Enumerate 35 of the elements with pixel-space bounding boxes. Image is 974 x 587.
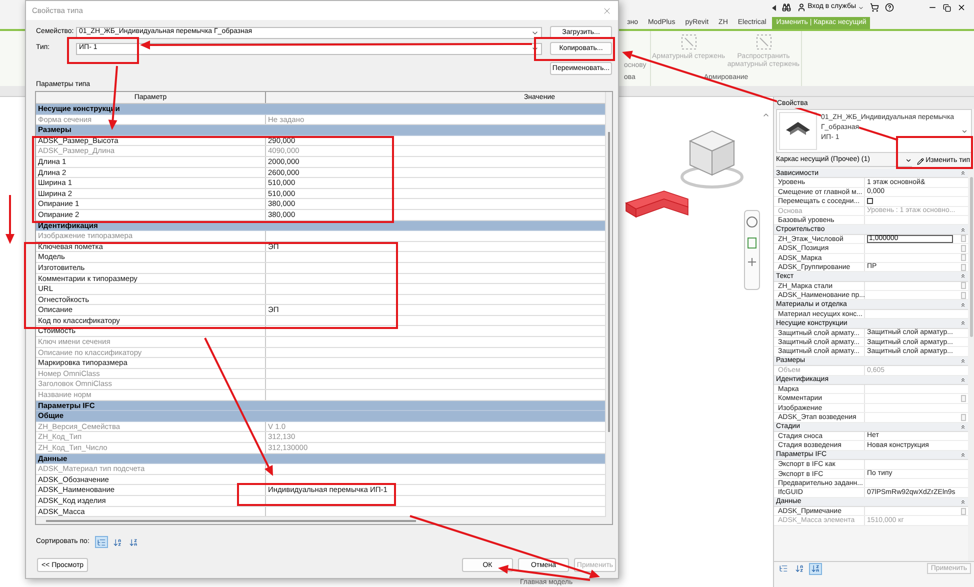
navigation-bar-drawing[interactable] <box>744 210 760 290</box>
collapse-icon <box>960 358 966 364</box>
horizontal-scrollbar[interactable] <box>36 517 612 524</box>
sort-toggle[interactable] <box>777 562 790 574</box>
sort-toggle[interactable] <box>793 562 806 574</box>
sort-icon <box>795 564 804 573</box>
edit-icon <box>916 158 924 164</box>
sort-icon <box>811 564 820 573</box>
checkbox[interactable] <box>867 198 873 204</box>
annotation-arrow <box>6 195 14 244</box>
collapse-icon <box>960 320 966 326</box>
sort-icon <box>113 538 122 546</box>
rebar-icon <box>680 34 696 50</box>
vertical-scrollbar[interactable] <box>968 169 974 561</box>
sort-icon <box>129 538 138 546</box>
sort-toggle[interactable] <box>809 562 822 574</box>
restore-icon[interactable] <box>943 4 951 12</box>
collapse-icon <box>960 170 966 176</box>
chevron-down-icon <box>904 157 912 164</box>
chevron-down-icon <box>858 4 864 10</box>
chevron-down-icon <box>961 128 968 135</box>
vertical-scrollbar[interactable] <box>605 92 612 517</box>
rebar-icon <box>756 34 772 50</box>
help-icon[interactable] <box>885 3 894 12</box>
sort-icon <box>97 538 106 546</box>
scroll-up-icon[interactable] <box>762 111 770 119</box>
triangle-left-icon[interactable] <box>772 4 776 10</box>
sort-icon <box>779 564 788 573</box>
binoculars-icon[interactable] <box>782 3 791 12</box>
user-icon[interactable] <box>796 3 806 12</box>
cart-icon[interactable] <box>870 3 879 12</box>
close-icon[interactable] <box>957 3 966 12</box>
highlight-frame <box>67 37 139 64</box>
collapse-icon <box>960 273 966 280</box>
sort-toggle[interactable] <box>95 536 108 548</box>
